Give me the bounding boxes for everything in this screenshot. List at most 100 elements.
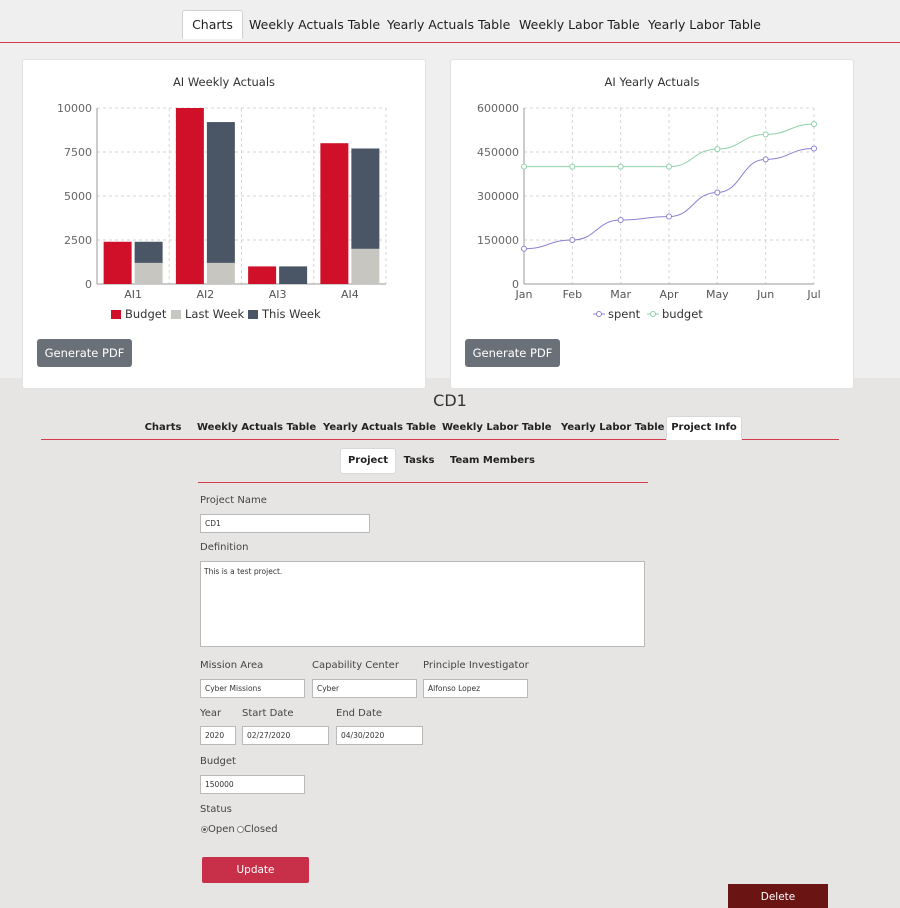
project-name-label: Project Name [200, 495, 267, 506]
bar-this-week-ai1 [134, 241, 163, 263]
bar-budget-ai3 [248, 266, 277, 284]
point-budget-jan [521, 163, 527, 170]
point-spent-jan [521, 245, 527, 252]
x-tick-label: AI1 [124, 288, 142, 301]
budget-label: Budget [200, 756, 236, 767]
x-tick-label: AI4 [341, 288, 359, 301]
bar-last-week-ai4 [351, 248, 380, 284]
bar-this-week-ai3 [279, 266, 308, 284]
legend-label-this-week: This Week [261, 307, 321, 321]
year-input[interactable]: 2020 [200, 726, 236, 745]
page-title: CD1 [433, 391, 467, 410]
budget-input[interactable]: 150000 [200, 775, 305, 794]
point-budget-mar [617, 163, 624, 170]
start-date-label: Start Date [242, 708, 294, 719]
status-label: Status [200, 804, 232, 815]
end-date-input[interactable]: 04/30/2020 [336, 726, 423, 745]
tab-yearly-actuals-table[interactable]: Yearly Actuals Table [386, 10, 510, 39]
subtab-project[interactable]: Project [340, 448, 396, 474]
x-tick-label: May [706, 288, 729, 301]
tab-yearly-labor-table[interactable]: Yearly Labor Table [647, 10, 761, 39]
status-closed-label: Closed [244, 824, 278, 835]
delete-button[interactable]: Delete [728, 884, 828, 908]
point-spent-jun [762, 156, 769, 163]
point-spent-feb [569, 237, 576, 243]
legend-label-spent: spent [608, 307, 641, 321]
x-tick-label: Mar [610, 288, 631, 301]
generate-pdf-button[interactable]: Generate PDF [37, 339, 132, 367]
y-tick-label: 300000 [477, 190, 519, 203]
point-spent-jul [811, 145, 817, 152]
point-budget-jun [762, 131, 769, 138]
legend-swatch-this-week [248, 310, 258, 319]
capability-center-input[interactable]: Cyber [312, 679, 417, 698]
tab-weekly-actuals-table[interactable]: Weekly Actuals Table [196, 416, 316, 440]
y-tick-label: 5000 [64, 190, 92, 203]
start-date-input[interactable]: 02/27/2020 [242, 726, 329, 745]
principle-investigator-input[interactable]: Alfonso Lopez [423, 679, 528, 698]
y-tick-label: 0 [85, 278, 92, 291]
point-budget-may [714, 146, 721, 153]
project-tab-bar: Charts Weekly Actuals Table Yearly Actua… [41, 413, 839, 440]
legend-marker-budget [650, 311, 656, 317]
weekly-actuals-bar-chart: 10000 7500 5000 2500 0 AI1 AI2 AI3 AI4 Budget Last… [57, 102, 387, 321]
y-tick-label: 7500 [64, 146, 92, 159]
charts-panel: Charts Weekly Actuals Table Yearly Actua… [0, 0, 900, 389]
point-budget-apr [666, 163, 672, 170]
legend-swatch-budget [111, 310, 121, 319]
weekly-actuals-card: AI Weekly Actuals 10000 7500 5000 2500 0 AI1 A… [22, 59, 426, 389]
point-spent-mar [617, 217, 624, 224]
tab-yearly-labor-table[interactable]: Yearly Labor Table [560, 416, 664, 440]
bar-this-week-ai2 [206, 122, 235, 263]
project-subtab-bar: Project Tasks Team Members [198, 446, 648, 483]
legend-label-last-week: Last Week [185, 307, 244, 321]
x-tick-label: Feb [563, 288, 582, 301]
end-date-label: End Date [336, 708, 383, 719]
project-name-input[interactable]: CD1 [200, 514, 370, 533]
point-budget-jul [811, 121, 817, 128]
year-label: Year [200, 708, 222, 719]
bar-budget-ai2 [175, 108, 204, 284]
top-tab-bar: Charts Weekly Actuals Table Yearly Actua… [0, 0, 900, 43]
update-button[interactable]: Update [202, 857, 309, 883]
subtab-tasks[interactable]: Tasks [401, 448, 437, 474]
bar-last-week-ai2 [206, 262, 235, 284]
bar-last-week-ai1 [134, 262, 163, 284]
x-tick-label: Apr [659, 288, 679, 301]
tab-weekly-labor-table[interactable]: Weekly Labor Table [441, 416, 552, 440]
mission-area-input[interactable]: Cyber Missions [200, 679, 305, 698]
x-tick-label: Jun [756, 288, 774, 301]
status-open-label: Open [208, 824, 235, 835]
x-tick-label: Jan [515, 288, 533, 301]
yearly-actuals-card: AI Yearly Actuals 600000 450000 300000 1500… [450, 59, 854, 389]
tab-charts[interactable]: Charts [140, 416, 186, 440]
status-closed-radio[interactable] [237, 826, 244, 833]
y-tick-label: 2500 [64, 234, 92, 247]
definition-label: Definition [200, 542, 249, 553]
y-tick-label: 10000 [57, 102, 92, 115]
bar-budget-ai1 [103, 241, 132, 284]
bar-this-week-ai4 [351, 148, 380, 249]
mission-area-label: Mission Area [200, 660, 264, 671]
x-tick-label: Jul [806, 288, 820, 301]
tab-yearly-actuals-table[interactable]: Yearly Actuals Table [322, 416, 436, 440]
tab-weekly-actuals-table[interactable]: Weekly Actuals Table [248, 10, 380, 39]
principle-investigator-label: Principle Investigator [423, 660, 529, 671]
x-tick-label: AI2 [196, 288, 214, 301]
yearly-actuals-line-chart: 6000004500003000001500000Jan Feb Mar Apr May… [477, 102, 821, 321]
point-spent-apr [666, 213, 672, 220]
legend-label-budget: budget [662, 307, 703, 321]
subtab-team-members[interactable]: Team Members [449, 448, 535, 474]
tab-charts[interactable]: Charts [182, 10, 243, 39]
y-tick-label: 150000 [477, 234, 519, 247]
legend-marker-spent [596, 311, 602, 317]
point-budget-feb [569, 163, 576, 170]
status-open-radio[interactable] [201, 826, 208, 833]
tab-project-info[interactable]: Project Info [666, 416, 742, 440]
tab-weekly-labor-table[interactable]: Weekly Labor Table [518, 10, 640, 39]
point-spent-may [714, 189, 721, 196]
generate-pdf-button[interactable]: Generate PDF [465, 339, 560, 367]
definition-textarea[interactable]: This is a test project. [200, 561, 645, 647]
x-tick-label: AI3 [269, 288, 287, 301]
bar-budget-ai4 [320, 143, 349, 284]
